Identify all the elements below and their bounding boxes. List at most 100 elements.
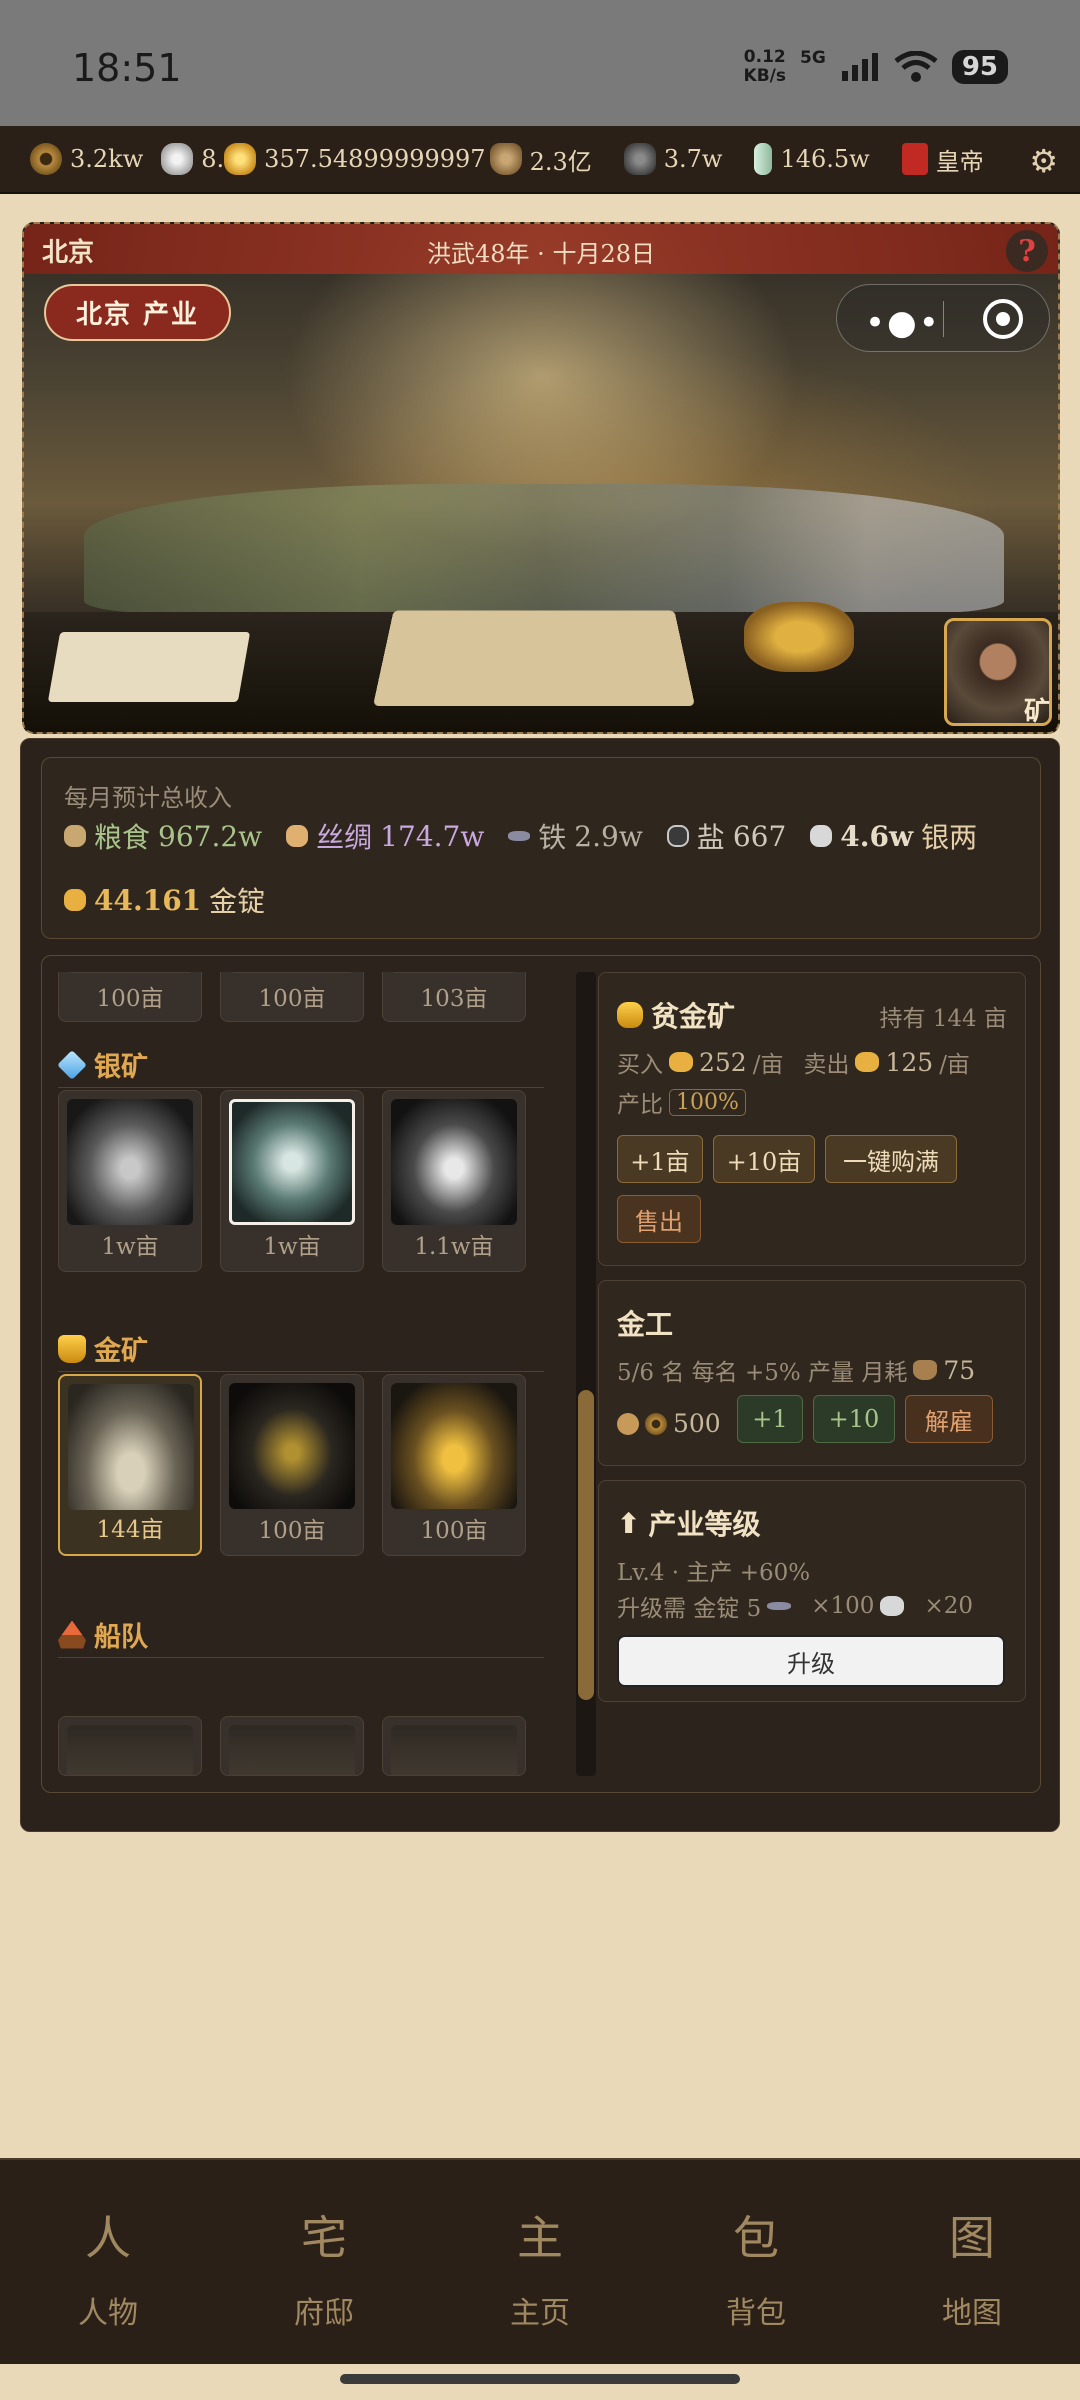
fleet-tile-3[interactable] xyxy=(382,1716,526,1776)
level-title: ⬆ 产业等级 xyxy=(617,1506,761,1542)
mine-tile-gold-3[interactable]: 100亩 xyxy=(382,1374,526,1556)
list-scrollbar[interactable] xyxy=(576,972,596,1776)
income-salt: 盐 667 xyxy=(666,816,786,856)
resource-iron[interactable]: 3.7w xyxy=(623,143,722,175)
income-iron: 铁 2.9w xyxy=(508,816,643,856)
hire-10-button[interactable]: +10 xyxy=(813,1395,895,1443)
mine-title: 贫金矿 xyxy=(617,995,735,1035)
workers-card: 金工 5/6 名 每名 +5% 产量 月耗 75 500 +1 +10 解雇 xyxy=(598,1280,1026,1466)
backpack-icon: 包 xyxy=(733,2211,779,2265)
nav-mansion[interactable]: 宅府邸 xyxy=(216,2160,432,2364)
list-item[interactable]: 100亩 xyxy=(220,972,364,1022)
arrow-up-icon: ⬆ xyxy=(617,1506,641,1540)
mine-tile-gold-2[interactable]: 100亩 xyxy=(220,1374,364,1556)
resource-rank[interactable]: 皇帝 xyxy=(901,142,984,177)
settings-gear-icon[interactable]: ⚙ xyxy=(1029,142,1058,180)
resource-silver[interactable]: 8. xyxy=(161,143,224,175)
scroll-thumb[interactable] xyxy=(578,1390,594,1700)
gold-ingot-icon xyxy=(224,143,257,175)
industry-list[interactable]: 100亩 100亩 103亩 银矿 1w亩 1w亩 1.1w亩 金矿 144亩 … xyxy=(58,972,568,1776)
help-button[interactable]: ? xyxy=(1006,230,1048,272)
buy-10-button[interactable]: +10亩 xyxy=(713,1135,815,1183)
income-row: 粮食 967.2w 丝绸 174.7w 铁 2.9w 盐 667 4.6w 银两 xyxy=(64,816,997,856)
nav-character[interactable]: 人人物 xyxy=(0,2160,216,2364)
income-row-2: 44.161 金锭 xyxy=(64,880,285,920)
buy-max-button[interactable]: 一键购满 xyxy=(825,1135,957,1183)
copper-coin-icon xyxy=(30,143,62,175)
mine-tile-gold-1[interactable]: 144亩 xyxy=(58,1374,202,1556)
silver-ingot-icon xyxy=(161,143,194,175)
silk-roll-icon xyxy=(286,825,309,847)
banner-scene-book xyxy=(47,632,251,702)
industry-tag[interactable]: 北京 产业 xyxy=(44,284,232,341)
income-silver: 4.6w 银两 xyxy=(810,816,977,856)
industry-body: 100亩 100亩 103亩 银矿 1w亩 1w亩 1.1w亩 金矿 144亩 … xyxy=(41,955,1041,1793)
buy-1-button[interactable]: +1亩 xyxy=(617,1135,703,1183)
gold-ingot-icon xyxy=(64,889,86,911)
fire-button[interactable]: 解雇 xyxy=(905,1395,993,1443)
upgrade-button[interactable]: 升级 xyxy=(617,1635,1005,1687)
salt-jar-icon xyxy=(666,825,689,847)
trophy-icon xyxy=(58,1334,86,1363)
gold-ingot-icon xyxy=(669,1052,693,1072)
income-title: 每月预计总收入 xyxy=(64,784,232,812)
resource-money[interactable]: 2.3亿 xyxy=(489,142,592,177)
nav-backpack[interactable]: 包背包 xyxy=(648,2160,864,2364)
income-silk: 丝绸 174.7w xyxy=(286,816,484,856)
trophy-icon xyxy=(617,1002,643,1028)
silver-ingot-icon xyxy=(880,1596,905,1616)
network-type: 5G xyxy=(800,48,826,68)
rank-book-icon xyxy=(901,143,928,175)
signal-icon xyxy=(841,53,878,81)
status-time: 18:51 xyxy=(72,46,182,90)
resource-gold[interactable]: 357.54899999997 xyxy=(224,143,486,175)
wifi-icon xyxy=(894,51,938,82)
miniprogram-capsule[interactable]: •●• xyxy=(836,284,1050,352)
resource-bar: 3.2kw 8. 357.54899999997 2.3亿 3.7w 146.5… xyxy=(0,126,1080,194)
resource-copper[interactable]: 3.2kw xyxy=(30,143,143,175)
diamond-icon xyxy=(58,1049,87,1080)
section-gold-mine: 金矿 xyxy=(58,1326,544,1372)
list-item[interactable]: 103亩 xyxy=(382,972,526,1022)
mine-ratio: 产比 100% xyxy=(617,1085,746,1119)
workers-title: 金工 xyxy=(617,1308,674,1341)
banner-scene-map xyxy=(372,610,696,707)
iron-ore-icon xyxy=(623,143,656,175)
nav-home[interactable]: 主主页 xyxy=(432,2160,648,2364)
status-bar: 18:51 0.12 KB/s 5G 95 xyxy=(0,0,1080,126)
grain-sack-icon xyxy=(64,825,86,847)
hire-cost: 500 xyxy=(617,1409,721,1438)
home-indicator[interactable] xyxy=(340,2374,740,2384)
character-icon: 人 xyxy=(85,2211,131,2265)
mansion-icon: 宅 xyxy=(301,2211,347,2265)
fleet-tile-2[interactable] xyxy=(220,1716,364,1776)
income-gold: 44.161 金锭 xyxy=(64,880,265,920)
income-grain: 粮食 967.2w xyxy=(64,816,262,856)
sailboat-icon xyxy=(58,1620,86,1649)
resource-jade[interactable]: 146.5w xyxy=(754,143,870,175)
mine-detail-card: 贫金矿 持有 144 亩 买入 252/亩 卖出 125/亩 产比 100% +1亩 … xyxy=(598,972,1026,1266)
game-date: 洪武48年 · 十月28日 xyxy=(427,240,655,268)
map-icon: 图 xyxy=(949,2211,995,2265)
mine-tile-silver-1[interactable]: 1w亩 xyxy=(58,1090,202,1272)
more-dots-icon[interactable]: •●• xyxy=(865,303,941,343)
mine-prices: 买入 252/亩 卖出 125/亩 xyxy=(617,1047,970,1079)
home-icon: 主 xyxy=(517,2211,563,2265)
mine-tile-silver-3[interactable]: 1.1w亩 xyxy=(382,1090,526,1272)
close-target-icon[interactable] xyxy=(983,299,1023,339)
battery-icon: 95 xyxy=(951,50,1008,84)
silver-ingot-icon xyxy=(810,825,833,847)
industry-panel: 每月预计总收入 粮食 967.2w 丝绸 174.7w 铁 2.9w 盐 667 4.6… xyxy=(20,738,1060,1832)
sell-button[interactable]: 售出 xyxy=(617,1195,701,1243)
list-item[interactable]: 100亩 xyxy=(58,972,202,1022)
status-indicators: 0.12 KB/s 5G 95 xyxy=(744,48,1008,86)
mine-tile-silver-2[interactable]: 1w亩 xyxy=(220,1090,364,1272)
fleet-tile-1[interactable] xyxy=(58,1716,202,1776)
nav-map[interactable]: 图地图 xyxy=(864,2160,1080,2364)
level-card: ⬆ 产业等级 Lv.4 · 主产 +60% 升级需 金锭 5 ×100 ×20 升… xyxy=(598,1480,1026,1702)
gold-ingot-icon xyxy=(855,1052,880,1072)
banner-scene-terrain xyxy=(84,484,1004,614)
copper-coin-icon xyxy=(645,1412,667,1435)
hire-1-button[interactable]: +1 xyxy=(737,1395,803,1443)
network-speed: 0.12 KB/s xyxy=(743,47,787,86)
